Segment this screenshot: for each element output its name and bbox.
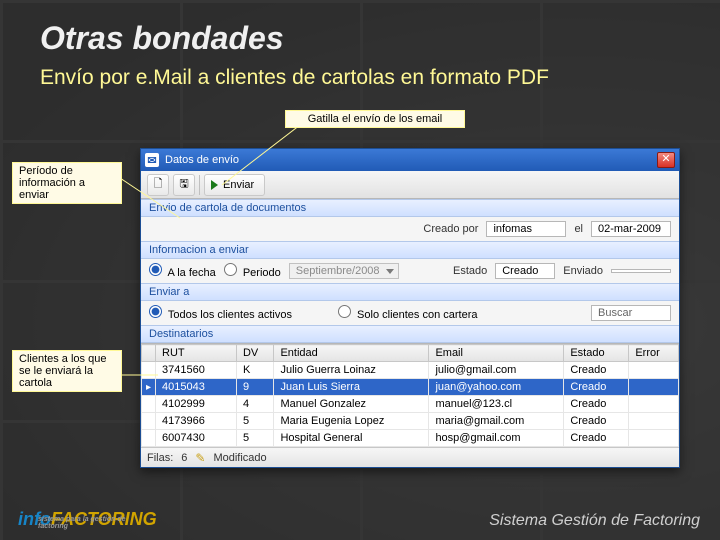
cell-dv: 5 <box>236 430 273 447</box>
row-marker <box>142 362 156 379</box>
filas-label: Filas: <box>147 452 173 464</box>
estado-label: Estado <box>453 265 487 277</box>
cell-estado: Creado <box>564 379 629 396</box>
table-row[interactable]: ▸40150439Juan Luis Sierrajuan@yahoo.comC… <box>142 379 679 396</box>
col-header[interactable] <box>142 345 156 362</box>
cell-entidad: Julio Guerra Loinaz <box>274 362 429 379</box>
radio-solo-cartera[interactable]: Solo clientes con cartera <box>338 305 478 321</box>
col-header[interactable]: Entidad <box>274 345 429 362</box>
col-header[interactable]: Error <box>629 345 679 362</box>
table-row[interactable]: 41029994Manuel Gonzalezmanuel@123.clCrea… <box>142 396 679 413</box>
row-marker: ▸ <box>142 379 156 396</box>
annotation-period: Período de información a enviar <box>12 162 122 204</box>
cell-estado: Creado <box>564 362 629 379</box>
cell-error <box>629 362 679 379</box>
toolbar: 🗋 🖫 Enviar <box>141 171 679 199</box>
table-row[interactable]: 3741560KJulio Guerra Loinazjulio@gmail.c… <box>142 362 679 379</box>
enviar-label: Enviar <box>223 179 254 191</box>
enviado-value <box>611 269 671 273</box>
periodo-value: Septiembre/2008 <box>296 265 380 277</box>
cell-estado: Creado <box>564 396 629 413</box>
slide-title: Otras bondades <box>40 20 284 57</box>
new-icon: 🗋 <box>154 175 163 194</box>
cell-estado: Creado <box>564 430 629 447</box>
estado-value: Creado <box>495 263 555 279</box>
section-header-destinatarios: Destinatarios <box>141 325 679 343</box>
enviar-button[interactable]: Enviar <box>204 174 265 196</box>
dialog-datos-envio: ✉ Datos de envío ✕ 🗋 🖫 Enviar Envio de c… <box>140 148 680 468</box>
cell-estado: Creado <box>564 413 629 430</box>
close-icon[interactable]: ✕ <box>657 152 675 168</box>
filas-value: 6 <box>181 452 187 464</box>
section-header-envio: Envio de cartola de documentos <box>141 199 679 217</box>
modified-icon: ✎ <box>195 451 205 465</box>
cell-entidad: Juan Luis Sierra <box>274 379 429 396</box>
radio-a-la-fecha[interactable]: A la fecha <box>149 263 216 279</box>
radio-periodo[interactable]: Periodo <box>224 263 281 279</box>
cell-email: julio@gmail.com <box>429 362 564 379</box>
footer-tagline: Sistema Gestión de Factoring <box>489 512 700 530</box>
save-button[interactable]: 🖫 <box>173 174 195 196</box>
cell-dv: 9 <box>236 379 273 396</box>
radio-todos-clientes[interactable]: Todos los clientes activos <box>149 305 292 321</box>
col-header[interactable]: Email <box>429 345 564 362</box>
cell-rut: 4173966 <box>156 413 237 430</box>
destinatarios-grid[interactable]: RUTDVEntidadEmailEstadoError3741560KJuli… <box>141 343 679 447</box>
col-header[interactable]: RUT <box>156 345 237 362</box>
annotation-clients: Clientes a los que se le enviará la cart… <box>12 350 122 392</box>
cell-error <box>629 430 679 447</box>
periodo-combo[interactable]: Septiembre/2008 <box>289 263 399 279</box>
cell-error <box>629 379 679 396</box>
new-button[interactable]: 🗋 <box>147 174 169 196</box>
row-marker <box>142 430 156 447</box>
divider <box>199 175 200 195</box>
info-row: A la fecha Periodo Septiembre/2008 Estad… <box>141 259 679 283</box>
cell-rut: 4102999 <box>156 396 237 413</box>
el-value: 02-mar-2009 <box>591 221 671 237</box>
cell-dv: K <box>236 362 273 379</box>
cell-rut: 6007430 <box>156 430 237 447</box>
col-header[interactable]: Estado <box>564 345 629 362</box>
col-header[interactable]: DV <box>236 345 273 362</box>
cell-entidad: Maria Eugenia Lopez <box>274 413 429 430</box>
section-header-info: Informacion a enviar <box>141 241 679 259</box>
cell-rut: 4015043 <box>156 379 237 396</box>
row-marker <box>142 396 156 413</box>
table-row[interactable]: 41739665Maria Eugenia Lopezmaria@gmail.c… <box>142 413 679 430</box>
cell-email: manuel@123.cl <box>429 396 564 413</box>
enviado-label: Enviado <box>563 265 603 277</box>
cell-dv: 4 <box>236 396 273 413</box>
creado-por-label: Creado por <box>423 223 478 235</box>
statusbar: Filas: 6 ✎ Modificado <box>141 447 679 467</box>
cell-rut: 3741560 <box>156 362 237 379</box>
cell-entidad: Manuel Gonzalez <box>274 396 429 413</box>
titlebar[interactable]: ✉ Datos de envío ✕ <box>141 149 679 171</box>
cell-error <box>629 396 679 413</box>
cell-error <box>629 413 679 430</box>
modificado-label: Modificado <box>213 452 266 464</box>
section-header-enviar-a: Enviar a <box>141 283 679 301</box>
send-icon <box>211 180 218 190</box>
window-title: Datos de envío <box>165 154 239 166</box>
enviar-a-row: Todos los clientes activos Solo clientes… <box>141 301 679 325</box>
el-label: el <box>574 223 583 235</box>
brand-logo: infoFACTORING sistema para la gestión de… <box>18 509 157 530</box>
creado-por-value: infomas <box>486 221 566 237</box>
app-icon: ✉ <box>145 153 159 167</box>
buscar-input[interactable]: Buscar <box>591 305 671 321</box>
save-icon: 🖫 <box>179 175 188 194</box>
slide-subtitle: Envío por e.Mail a clientes de cartolas … <box>40 66 549 90</box>
row-marker <box>142 413 156 430</box>
table-row[interactable]: 60074305Hospital Generalhosp@gmail.comCr… <box>142 430 679 447</box>
cell-entidad: Hospital General <box>274 430 429 447</box>
cell-dv: 5 <box>236 413 273 430</box>
cell-email: juan@yahoo.com <box>429 379 564 396</box>
annotation-trigger-email: Gatilla el envío de los email <box>285 110 465 128</box>
cell-email: maria@gmail.com <box>429 413 564 430</box>
cell-email: hosp@gmail.com <box>429 430 564 447</box>
creator-row: Creado por infomas el 02-mar-2009 <box>141 217 679 241</box>
chevron-down-icon <box>386 269 394 274</box>
